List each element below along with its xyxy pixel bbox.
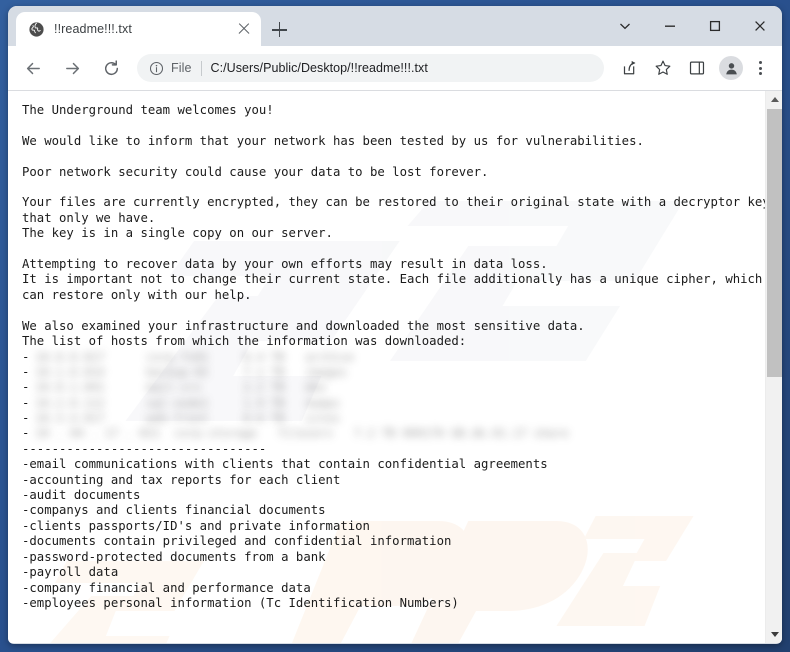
arrow-left-icon bbox=[26, 62, 40, 74]
text-document: The Underground team welcomes you! We wo… bbox=[8, 91, 765, 643]
host-bullet: - bbox=[22, 411, 30, 426]
host-redacted-value: 10.0.1.041 mail-srv 2.2 TB mbx bbox=[35, 380, 327, 395]
maximize-icon bbox=[709, 20, 720, 32]
host-redacted-value: 10.3.4.017 web-front 0.6 TB sites bbox=[35, 411, 341, 426]
scroll-down-button[interactable] bbox=[766, 626, 782, 643]
share-icon bbox=[623, 60, 636, 75]
window-controls bbox=[602, 6, 782, 46]
close-button[interactable] bbox=[737, 6, 782, 46]
host-redacted-value: 10 . 04 . 17 . 021 corp-storage fileserv… bbox=[35, 426, 569, 441]
arrow-right-icon bbox=[66, 62, 80, 74]
host-bullet: - bbox=[22, 426, 30, 441]
browser-window: !!readme!!!.txt File C:/Users/Public/Des… bbox=[8, 6, 782, 644]
new-tab-button[interactable] bbox=[266, 16, 293, 43]
bookmark-button[interactable] bbox=[649, 54, 677, 82]
side-panel-button[interactable] bbox=[683, 54, 711, 82]
reload-icon bbox=[104, 59, 119, 75]
forward-button[interactable] bbox=[57, 53, 88, 84]
host-bullet: - bbox=[22, 395, 30, 410]
triangle-down-icon bbox=[770, 632, 779, 637]
address-bar[interactable]: File C:/Users/Public/Desktop/!!readme!!!… bbox=[137, 54, 604, 82]
host-bullet: - bbox=[22, 380, 30, 395]
ransom-note-top: The Underground team welcomes you! We wo… bbox=[22, 103, 765, 349]
scrollbar-thumb[interactable] bbox=[767, 109, 782, 377]
host-redacted-value: 10.0.0.017 corp-fs01 8.4 TB archive bbox=[35, 349, 354, 364]
chevron-down-icon bbox=[619, 23, 630, 30]
globe-icon bbox=[29, 21, 44, 37]
ransom-note-bottom: --------------------------------- -email… bbox=[22, 441, 548, 610]
host-bullet: - bbox=[22, 364, 30, 379]
host-list-item: - 10.3.4.017 web-front 0.6 TB sites bbox=[22, 411, 765, 426]
close-icon bbox=[754, 21, 765, 31]
side-panel-icon bbox=[689, 61, 705, 75]
scroll-up-button[interactable] bbox=[766, 91, 782, 108]
browser-tab[interactable]: !!readme!!!.txt bbox=[16, 12, 261, 46]
minimize-icon bbox=[664, 25, 675, 27]
tab-search-button[interactable] bbox=[602, 6, 647, 46]
desktop-background: !!readme!!!.txt File C:/Users/Public/Des… bbox=[0, 0, 790, 652]
close-icon[interactable] bbox=[232, 17, 256, 41]
triangle-up-icon bbox=[770, 97, 779, 102]
reload-button[interactable] bbox=[96, 53, 127, 84]
host-list-item: - 10.0.1.041 mail-srv 2.2 TB mbx bbox=[22, 380, 765, 395]
profile-button[interactable] bbox=[719, 56, 743, 80]
browser-toolbar: File C:/Users/Public/Desktop/!!readme!!!… bbox=[8, 46, 782, 91]
host-list-item: - 10.1.0.014 backup-02 7.1 TB images bbox=[22, 365, 765, 380]
page-viewport: The Underground team welcomes you! We wo… bbox=[8, 91, 782, 643]
omnibox-divider bbox=[200, 60, 202, 76]
url-text: C:/Users/Public/Desktop/!!readme!!!.txt bbox=[210, 61, 428, 75]
redacted-host-list: - 10.0.0.017 corp-fs01 8.4 TB archive - … bbox=[8, 350, 765, 442]
chrome-menu-button[interactable] bbox=[748, 54, 772, 82]
vertical-scrollbar[interactable] bbox=[765, 91, 782, 643]
menu-dot bbox=[758, 60, 762, 64]
tab-title: !!readme!!!.txt bbox=[54, 22, 132, 36]
back-button[interactable] bbox=[18, 53, 49, 84]
star-icon bbox=[655, 60, 671, 75]
host-redacted-value: 10.2.0.112 sql-node1 1.9 TB dumps bbox=[35, 395, 341, 410]
info-circle-icon[interactable] bbox=[149, 61, 164, 76]
host-bullet: - bbox=[22, 349, 30, 364]
maximize-button[interactable] bbox=[692, 6, 737, 46]
share-button[interactable] bbox=[615, 54, 643, 82]
minimize-button[interactable] bbox=[647, 6, 692, 46]
host-list-item: - 10.2.0.112 sql-node1 1.9 TB dumps bbox=[22, 396, 765, 411]
host-list-item: - 10.0.0.017 corp-fs01 8.4 TB archive bbox=[22, 350, 765, 365]
tab-strip: !!readme!!!.txt bbox=[8, 6, 782, 46]
person-icon bbox=[725, 62, 737, 74]
url-scheme-label: File bbox=[171, 61, 192, 75]
menu-dot bbox=[758, 72, 762, 76]
host-list-item: - 10 . 04 . 17 . 021 corp-storage filese… bbox=[22, 426, 765, 441]
host-redacted-value: 10.1.0.014 backup-02 7.1 TB images bbox=[35, 364, 347, 379]
menu-dot bbox=[758, 66, 762, 70]
